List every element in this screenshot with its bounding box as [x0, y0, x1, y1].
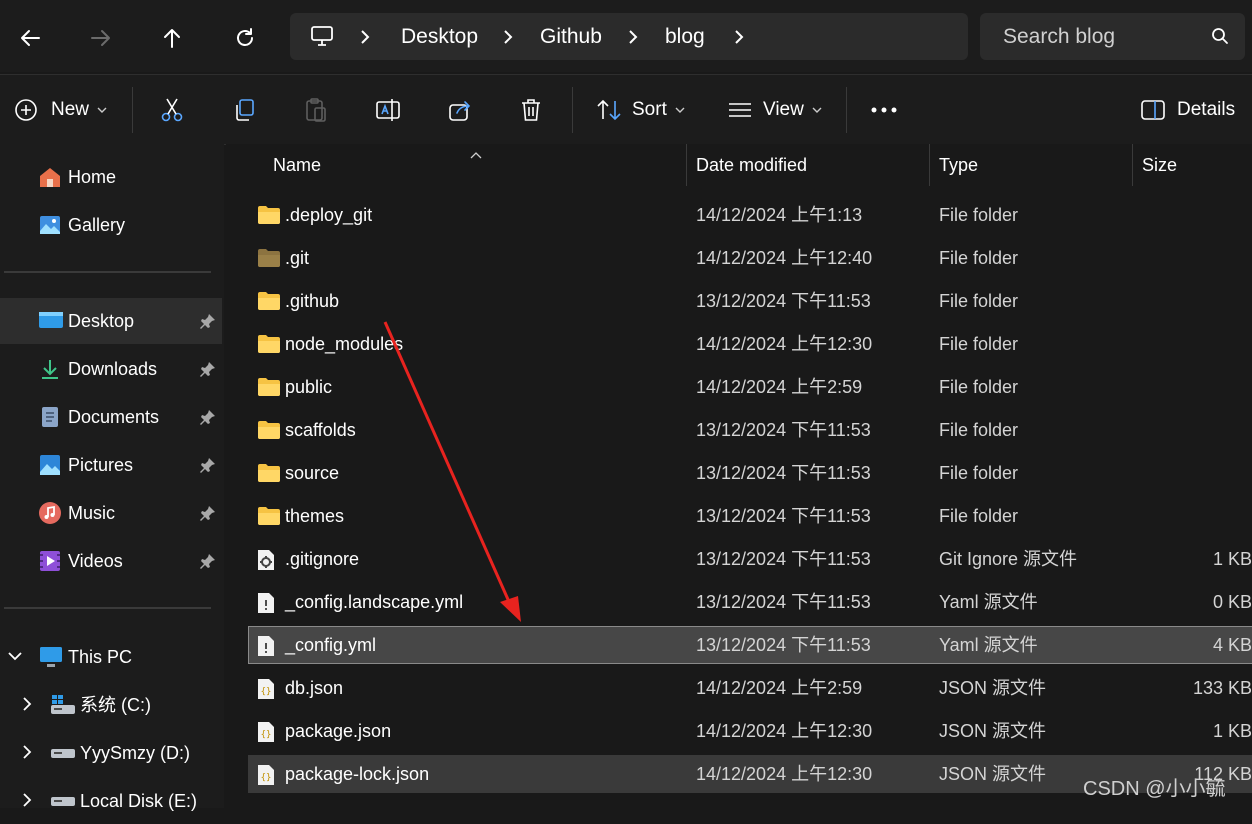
- watermark-text: CSDN @小小毓: [1083, 778, 1226, 800]
- annotation-arrow: [383, 321, 521, 622]
